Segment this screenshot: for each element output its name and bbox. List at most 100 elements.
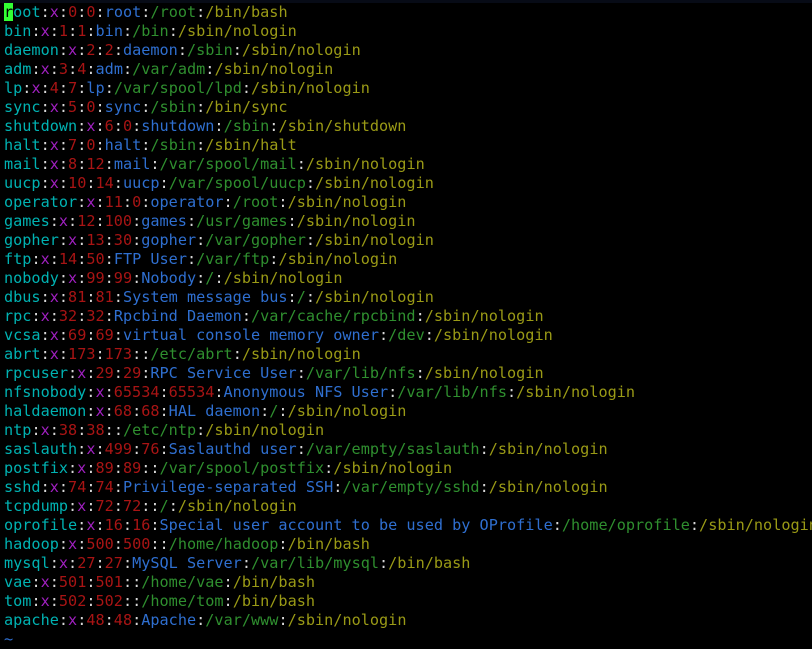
passwd-line[interactable]: bin:x:1:1:bin:/bin:/sbin/nologin [4,22,812,41]
passwd-line[interactable]: vcsa:x:69:69:virtual console memory owne… [4,326,812,345]
passwd-line[interactable]: operator:x:11:0:operator:/root:/sbin/nol… [4,193,812,212]
passwd-line[interactable]: oprofile:x:16:16:Special user account to… [4,516,812,535]
field-separator-colon: : [214,117,224,135]
passwd-line[interactable]: adm:x:3:4:adm:/var/adm:/sbin/nologin [4,60,812,79]
passwd-field-gid: 7 [68,79,78,97]
passwd-line[interactable]: shutdown:x:6:0:shutdown:/sbin:/sbin/shut… [4,117,812,136]
passwd-field-username: bin [4,22,32,40]
passwd-line[interactable]: ftp:x:14:50:FTP User:/var/ftp:/sbin/nolo… [4,250,812,269]
passwd-field-shell: /sbin/nologin [287,402,407,420]
passwd-line[interactable]: games:x:12:100:games:/usr/games:/sbin/no… [4,212,812,231]
passwd-line[interactable]: apache:x:48:48:Apache:/var/www:/sbin/nol… [4,611,812,630]
passwd-line[interactable]: rpc:x:32:32:Rpcbind Daemon:/var/cache/rp… [4,307,812,326]
passwd-field-gid: 501 [95,573,123,591]
field-separator-colon: : [104,383,114,401]
passwd-line[interactable]: postfix:x:89:89::/var/spool/postfix:/sbi… [4,459,812,478]
passwd-field-password: x [68,269,78,287]
terminal-screen[interactable]: root:x:0:0:root:/root:/bin/bash bin:x:1:1… [4,3,812,649]
passwd-field-shell: /bin/bash [232,592,315,610]
passwd-field-username: hadoop [4,535,59,553]
field-separator-colon: : [305,231,316,249]
field-separator-colon: : [40,3,50,21]
passwd-field-username: vcsa [4,326,41,344]
passwd-line[interactable]: vae:x:501:501::/home/vae:/bin/bash [4,573,812,592]
field-separator-colon: : [77,250,87,268]
passwd-line[interactable]: daemon:x:2:2:daemon:/sbin:/sbin/nologin [4,41,812,60]
passwd-field-gecos: FTP User [113,250,187,268]
passwd-field-shell: /sbin/nologin [251,79,370,97]
passwd-field-uid: 72 [95,497,114,515]
passwd-field-username: games [4,212,50,230]
passwd-field-password: x [40,592,50,610]
passwd-field-password: x [49,3,59,21]
field-separator-colon: : [86,288,96,306]
field-separator-colon: : [40,478,50,496]
passwd-line[interactable]: sync:x:5:0:sync:/sbin:/bin/sync [4,98,812,117]
field-separator-colon: : [113,174,123,192]
field-separator-colon: : [95,516,105,534]
passwd-line[interactable]: gopher:x:13:30:gopher:/var/gopher:/sbin/… [4,231,812,250]
passwd-field-gecos: Saslauthd user [168,440,297,458]
passwd-field-username: mysql [4,554,50,572]
field-separator-colon: : [296,155,306,173]
passwd-field-home: /var/spool/mail [159,155,297,173]
passwd-line[interactable]: mysql:x:27:27:MySQL Server:/var/lib/mysq… [4,554,812,573]
passwd-field-username: rpc [4,307,32,325]
passwd-field-password: x [95,383,105,401]
passwd-line[interactable]: rpcuser:x:29:29:RPC Service User:/var/li… [4,364,812,383]
field-separator-colon: : [31,250,41,268]
passwd-line[interactable]: hadoop:x:500:500::/home/hadoop:/bin/bash [4,535,812,554]
field-separator-colon: : [95,3,105,21]
passwd-line[interactable]: halt:x:7:0:halt:/sbin:/sbin/halt [4,136,812,155]
field-separator-colon: : [58,611,69,629]
passwd-field-uid: 81 [68,288,87,306]
passwd-field-username: gopher [4,231,59,249]
passwd-line[interactable]: abrt:x:173:173::/etc/abrt:/sbin/nologin [4,345,812,364]
passwd-field-gid: 0 [122,117,133,135]
passwd-line[interactable]: tom:x:502:502::/home/tom:/bin/bash [4,592,812,611]
passwd-field-username: ftp [4,250,32,268]
passwd-line[interactable]: nfsnobody:x:65534:65534:Anonymous NFS Us… [4,383,812,402]
field-separator-colon: : [305,174,315,192]
field-separator-colon: : [196,136,206,154]
passwd-line[interactable]: lp:x:4:7:lp:/var/spool/lpd:/sbin/nologin [4,79,812,98]
field-separator-colon: : [58,79,69,97]
field-separator-colon: : [223,592,233,610]
passwd-field-password: x [68,41,78,59]
passwd-field-uid: 38 [58,421,78,439]
passwd-field-uid: 11 [104,193,123,211]
passwd-line[interactable]: ntp:x:38:38::/etc/ntp:/sbin/nologin [4,421,812,440]
field-separator-colon: : [104,611,114,629]
field-separator-colon: : [196,421,206,439]
field-separator-colon: : [287,288,297,306]
passwd-line[interactable]: root:x:0:0:root:/root:/bin/bash [4,3,812,22]
field-separator-colon: : [113,459,123,477]
passwd-field-password: x [49,98,59,116]
field-separator-colon: : [77,516,87,534]
passwd-field-password: x [77,459,87,477]
passwd-field-username: sync [4,98,41,116]
passwd-field-home: /var/adm [132,60,206,78]
field-separator-colon: : [49,212,59,230]
passwd-field-gecos: root [104,3,142,21]
terminal-window[interactable]: root:x:0:0:root:/root:/bin/bash bin:x:1:1… [0,0,812,648]
field-separator-colon: : [196,269,206,287]
field-separator-colon: : [95,554,105,572]
passwd-line[interactable]: mail:x:8:12:mail:/var/spool/mail:/sbin/n… [4,155,812,174]
passwd-line[interactable]: saslauth:x:499:76:Saslauthd user:/var/em… [4,440,812,459]
passwd-field-home: /var/cache/rpcbind [250,307,416,325]
field-separator-colon: : [132,117,142,135]
passwd-field-gid: 89 [122,459,142,477]
passwd-line[interactable]: tcpdump:x:72:72::/:/sbin/nologin [4,497,812,516]
field-separator-colon: : [287,212,297,230]
field-separator-colon: : [49,592,59,610]
passwd-line[interactable]: haldaemon:x:68:68:HAL daemon:/:/sbin/nol… [4,402,812,421]
field-separator-colon: : [68,554,78,572]
field-separator-colon: : [168,22,178,40]
passwd-line[interactable]: dbus:x:81:81:System message bus:/:/sbin/… [4,288,812,307]
passwd-line[interactable]: uucp:x:10:14:uucp:/var/spool/uucp:/sbin/… [4,174,812,193]
passwd-field-home: /home/hadoop [168,535,279,553]
passwd-field-gid: 1 [77,22,87,40]
passwd-line[interactable]: sshd:x:74:74:Privilege-separated SSH:/va… [4,478,812,497]
passwd-line[interactable]: nobody:x:99:99:Nobody:/:/sbin/nologin [4,269,812,288]
